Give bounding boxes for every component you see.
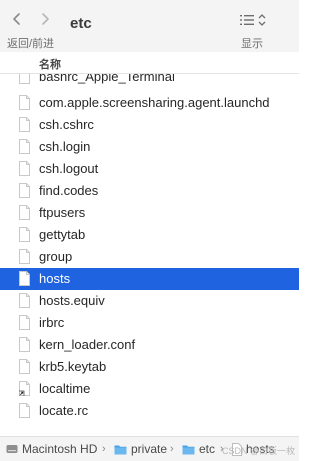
file-row[interactable]: locate.rc [0, 400, 299, 422]
path-item-label: etc [199, 442, 216, 456]
document-icon [19, 139, 30, 154]
path-item[interactable]: private [114, 441, 167, 457]
document-icon [19, 337, 30, 352]
file-row[interactable]: krb5.keytab [0, 356, 299, 378]
document-icon [19, 271, 30, 286]
nav-label: 返回/前进 [7, 38, 55, 50]
file-row[interactable]: csh.logout [0, 158, 299, 180]
file-name: csh.logout [39, 161, 99, 176]
column-header-name[interactable]: 名称 [0, 52, 299, 74]
chevron-updown-icon [258, 14, 266, 26]
folder-icon [182, 444, 195, 455]
file-name: hosts [39, 271, 71, 286]
file-name: localtime [39, 381, 91, 396]
document-icon [19, 227, 30, 242]
file-name: bashrc_Apple_Terminal [39, 74, 175, 84]
file-row[interactable]: group [0, 246, 299, 268]
document-icon [19, 249, 30, 264]
document-icon [19, 95, 30, 110]
watermark: CSDN @白板一枚 [222, 446, 296, 456]
document-icon [19, 161, 30, 176]
window-title: etc [70, 15, 92, 32]
file-row[interactable]: csh.cshrc [0, 114, 299, 136]
view-label: 显示 [241, 38, 263, 50]
chevron-right-icon: › [102, 443, 106, 455]
chevron-right-icon: › [170, 443, 174, 455]
hard-drive-icon [6, 444, 18, 454]
document-icon [19, 205, 30, 220]
column-header-label: 名称 [39, 59, 61, 71]
document-icon [19, 315, 30, 330]
document-icon [19, 403, 30, 418]
document-icon [19, 293, 30, 308]
file-name: hosts.equiv [39, 293, 105, 308]
path-item-label: private [131, 442, 168, 456]
file-row[interactable]: irbrc [0, 312, 299, 334]
document-icon [19, 183, 30, 198]
file-name: kern_loader.conf [39, 337, 136, 352]
file-list: bashrc_Apple_Terminal com.apple.screensha… [0, 74, 299, 422]
list-view-icon [240, 15, 254, 25]
file-row[interactable]: ftpusers [0, 202, 299, 224]
view-options-button[interactable] [240, 12, 270, 28]
file-name: group [39, 249, 73, 264]
forward-button[interactable] [36, 10, 54, 28]
path-item[interactable]: etc [182, 441, 215, 457]
finder-toolbar: 返回/前进 etc 显示 [0, 0, 299, 52]
document-icon [19, 359, 30, 374]
file-name: com.apple.screensharing.agent.launchd [39, 95, 270, 110]
file-row[interactable]: gettytab [0, 224, 299, 246]
file-name: gettytab [39, 227, 86, 242]
file-row[interactable]: csh.login [0, 136, 299, 158]
back-button[interactable] [8, 10, 26, 28]
document-icon [19, 74, 30, 84]
file-row[interactable]: find.codes [0, 180, 299, 202]
file-row[interactable]: hosts.equiv [0, 290, 299, 312]
file-row[interactable]: hosts [0, 268, 299, 290]
file-name: locate.rc [39, 403, 89, 418]
chevron-left-icon [13, 13, 20, 25]
file-row[interactable]: localtime [0, 378, 299, 400]
folder-icon [114, 444, 127, 455]
alias-document-icon [18, 381, 30, 397]
document-icon [19, 117, 30, 132]
path-item[interactable]: Macintosh HD [6, 441, 97, 457]
file-row[interactable]: kern_loader.conf [0, 334, 299, 356]
file-name: csh.cshrc [39, 117, 94, 132]
file-name: csh.login [39, 139, 91, 154]
path-item-label: Macintosh HD [22, 442, 98, 456]
file-name: irbrc [39, 315, 65, 330]
file-row[interactable]: com.apple.screensharing.agent.launchd [0, 92, 299, 114]
file-name: krb5.keytab [39, 359, 107, 374]
file-name: find.codes [39, 183, 99, 198]
file-name: ftpusers [39, 205, 86, 220]
chevron-right-icon [42, 13, 49, 25]
